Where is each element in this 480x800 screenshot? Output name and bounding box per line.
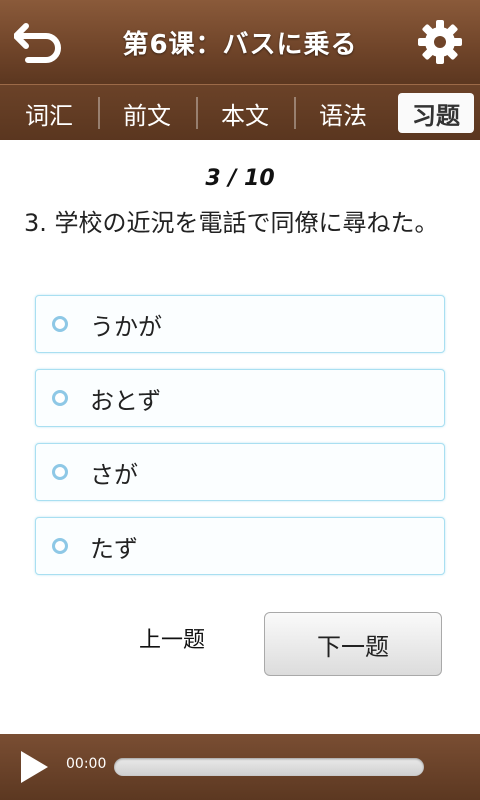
answer-option-1[interactable]: うかが <box>35 295 445 353</box>
play-icon <box>21 751 48 783</box>
answer-option-label: おとず <box>90 386 162 415</box>
playback-progress-slider[interactable] <box>114 758 424 776</box>
header-bar: 第6课：バスに乗る <box>0 0 480 84</box>
answer-option-3[interactable]: さが <box>35 443 445 501</box>
tab-vocabulary[interactable]: 词汇 <box>0 93 98 133</box>
question-counter: 3 / 10 <box>205 166 275 191</box>
audio-player: 00:00 <box>0 734 480 800</box>
settings-button[interactable] <box>412 16 468 68</box>
previous-question-button[interactable]: 上一题 <box>112 620 232 656</box>
answer-options: うかが おとず さが たず <box>35 295 445 591</box>
answer-option-label: たず <box>90 534 138 563</box>
radio-icon[interactable] <box>52 390 68 406</box>
quiz-panel: 3 / 10 3. 学校の近況を電話で同僚に尋ねた。 うかが おとず さが たず… <box>0 140 480 734</box>
radio-icon[interactable] <box>52 464 68 480</box>
answer-option-label: さが <box>90 460 138 489</box>
gear-icon <box>418 20 462 64</box>
radio-icon[interactable] <box>52 316 68 332</box>
page-title: 第6课：バスに乗る <box>122 29 358 60</box>
play-button[interactable] <box>16 748 52 786</box>
playback-time: 00:00 <box>66 756 107 772</box>
answer-option-4[interactable]: たず <box>35 517 445 575</box>
tab-bar: 词汇 前文 本文 语法 习题 <box>0 84 480 141</box>
tab-main-text[interactable]: 本文 <box>196 93 294 133</box>
radio-icon[interactable] <box>52 538 68 554</box>
tab-intro-text[interactable]: 前文 <box>98 93 196 133</box>
question-text: 3. 学校の近況を電話で同僚に尋ねた。 <box>24 209 439 237</box>
answer-option-2[interactable]: おとず <box>35 369 445 427</box>
back-button[interactable] <box>12 16 68 68</box>
next-question-button[interactable]: 下一题 <box>264 612 442 676</box>
tab-grammar[interactable]: 语法 <box>294 93 392 133</box>
tab-exercises[interactable]: 习题 <box>398 93 474 133</box>
answer-option-label: うかが <box>90 312 162 341</box>
back-arrow-icon <box>14 23 61 63</box>
